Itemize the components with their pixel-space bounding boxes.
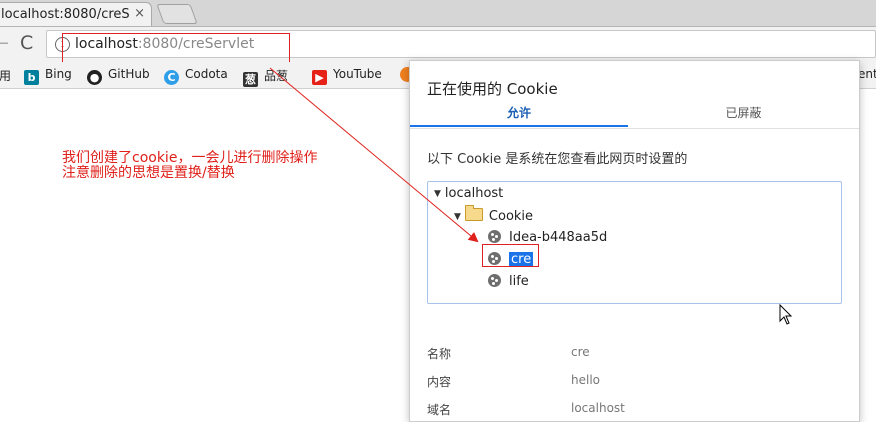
tree-node-host[interactable]: ▼ localhost — [434, 186, 503, 201]
cookies-dialog: 正在使用的 Cookie 允许 已屏蔽 以下 Cookie 是系统在您查看此网页… — [409, 60, 860, 422]
detail-content-key: 内容 — [427, 375, 452, 389]
tree-node-label: Idea-b448aa5d — [509, 230, 608, 245]
tabs-divider — [410, 128, 859, 129]
tree-node-folder[interactable]: ▼ Cookie — [454, 205, 534, 224]
annotation-line-2: 注意删除的思想是置换/替换 — [62, 165, 235, 181]
tree-node-label: localhost — [444, 186, 504, 201]
mouse-cursor-icon — [779, 304, 793, 325]
tab-title: localhost:8080/creServlet — [1, 7, 129, 22]
codota-icon: C — [164, 70, 179, 85]
tree-node-cookie[interactable]: Idea-b448aa5d — [488, 230, 607, 245]
youtube-icon: ▶ — [312, 70, 327, 85]
pincong-icon: 葱 — [243, 72, 258, 87]
bookmark-pincong[interactable]: 葱品葱 — [243, 67, 288, 87]
cookie-icon — [488, 230, 501, 243]
detail-name-key: 名称 — [427, 347, 452, 361]
bookmark-bing[interactable]: b Bing — [24, 67, 72, 85]
tab-allowed[interactable]: 允许 — [410, 101, 628, 127]
selected-cookie-annotation-box — [482, 244, 539, 267]
cookie-icon — [488, 274, 501, 287]
bing-icon: b — [24, 70, 39, 85]
folder-icon — [464, 205, 483, 221]
dialog-description: 以下 Cookie 是系统在您查看此网页时设置的 — [427, 152, 688, 167]
detail-content-value: hello — [571, 373, 600, 387]
bookmark-label: YouTube — [333, 67, 382, 81]
close-icon[interactable]: × — [134, 6, 145, 21]
reload-icon[interactable]: C — [20, 32, 33, 54]
caret-down-icon[interactable]: ▼ — [434, 189, 441, 199]
bookmark-label: 品葱 — [264, 69, 289, 83]
detail-domain-key: 域名 — [427, 403, 452, 417]
bookmark-label: GitHub — [108, 67, 150, 81]
bookmark-youtube[interactable]: ▶ YouTube — [312, 67, 382, 85]
tree-node-cookie[interactable]: life — [488, 274, 529, 289]
tab-strip: localhost:8080/creServlet × — [0, 0, 876, 27]
github-icon: ● — [87, 70, 102, 85]
detail-name-value: cre — [571, 345, 590, 359]
bookmark-cut-off[interactable]: ent — [858, 67, 876, 81]
caret-down-icon[interactable]: ▼ — [454, 212, 461, 222]
bookmark-apps[interactable]: 用 — [0, 67, 11, 84]
bookmark-label: Bing — [45, 67, 72, 81]
tree-node-label: Cookie — [488, 209, 534, 224]
browser-tab[interactable]: localhost:8080/creServlet × — [0, 2, 152, 26]
back-arrow-icon[interactable]: ← — [0, 33, 9, 54]
dialog-title: 正在使用的 Cookie — [427, 80, 558, 98]
bookmark-github[interactable]: ● GitHub — [87, 67, 150, 85]
tree-node-label: life — [509, 274, 529, 289]
new-tab-button[interactable] — [156, 4, 198, 24]
bookmark-label: Codota — [185, 67, 228, 81]
cookie-tree[interactable]: ▼ localhost ▼ Cookie Idea-b448aa5d cre lif… — [427, 181, 842, 304]
bookmark-label: ent — [858, 67, 876, 81]
bookmark-label: 用 — [0, 69, 12, 83]
tab-blocked[interactable]: 已屏蔽 — [628, 101, 859, 127]
annotation-note: 我们创建了cookie，一会儿进行删除操作 注意删除的思想是置换/替换 — [62, 151, 317, 181]
annotation-line-1: 我们创建了cookie，一会儿进行删除操作 — [62, 150, 318, 166]
bookmark-codota[interactable]: C Codota — [164, 67, 228, 85]
